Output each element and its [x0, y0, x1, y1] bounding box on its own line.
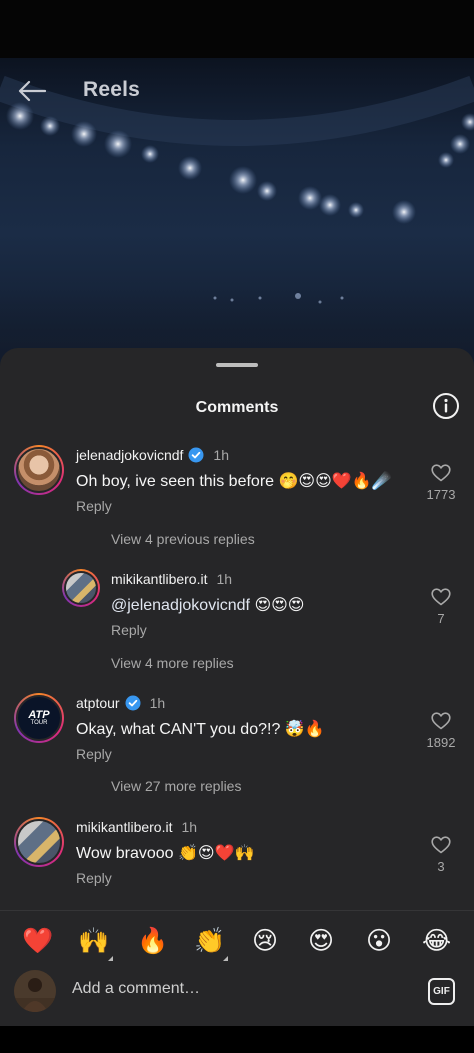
info-circle-icon [433, 393, 459, 419]
sheet-title: Comments [195, 399, 279, 416]
laughing-face-emoji-button[interactable]: 😂 [422, 926, 451, 956]
back-button[interactable] [14, 76, 50, 106]
avatar[interactable] [14, 817, 64, 867]
avatar[interactable] [62, 569, 100, 607]
info-button[interactable] [432, 392, 460, 420]
clapping-hands-emoji-button[interactable]: 👏 [194, 926, 225, 956]
skin-tone-indicator [223, 956, 228, 961]
heart-icon [431, 464, 451, 482]
comment-text: @jelenadjokovicndf 😍😍😍 [111, 597, 305, 614]
comment-username[interactable]: jelenadjokovicndf [76, 447, 183, 463]
raised-hands-emoji-button[interactable]: 🙌 [78, 926, 109, 956]
comment-time: 1h [216, 571, 233, 587]
gif-button[interactable]: GIF [428, 978, 455, 1005]
reply-button[interactable]: Reply [76, 870, 112, 886]
like-button[interactable]: 7 [411, 588, 471, 626]
verified-badge-icon [125, 695, 141, 711]
comment-username[interactable]: atptour [76, 695, 120, 711]
like-count: 1892 [426, 735, 456, 750]
comment-input-row: Add a comment… GIF [0, 966, 474, 1026]
like-button[interactable]: 1892 [411, 712, 471, 750]
system-nav-bar [0, 1026, 474, 1053]
add-comment-input[interactable]: Add a comment… [72, 980, 200, 998]
top-bar: Reels [0, 70, 474, 114]
heart-icon [431, 588, 451, 606]
drag-handle[interactable] [216, 363, 258, 367]
comment-username[interactable]: mikikantlibero.it [111, 571, 207, 587]
emoji-quick-bar: ❤️ 🙌 🔥 👏 😢 😍 😮 😂 [0, 910, 474, 970]
like-button[interactable]: 1773 [411, 464, 471, 502]
like-button[interactable]: 3 [411, 836, 471, 874]
current-user-avatar [14, 970, 56, 1012]
heart-emoji-button[interactable]: ❤️ [22, 926, 53, 956]
comment-username[interactable]: mikikantlibero.it [76, 819, 172, 835]
reply-button[interactable]: Reply [76, 498, 112, 514]
comment-text: Wow bravooo 👏😍❤️🙌 [76, 845, 255, 862]
comment-time: 1h [181, 819, 198, 835]
skin-tone-indicator [108, 956, 113, 961]
comment-time: 1h [213, 447, 229, 463]
avatar[interactable]: ATP TOUR [14, 693, 64, 743]
view-replies-button[interactable]: View 27 more replies [111, 778, 241, 794]
avatar[interactable] [14, 445, 64, 495]
surprised-face-emoji-button[interactable]: 😮 [366, 926, 392, 956]
status-bar [0, 0, 474, 58]
mention-link[interactable]: @jelenadjokovicndf [111, 597, 250, 614]
reply-button[interactable]: Reply [111, 622, 147, 638]
like-count: 1773 [426, 487, 456, 502]
comment-text: Okay, what CAN'T you do?!? 🤯🔥 [76, 721, 325, 738]
heart-icon [431, 836, 451, 854]
like-count: 3 [437, 859, 445, 874]
heart-eyes-emoji-button[interactable]: 😍 [308, 926, 334, 956]
page-title: Reels [83, 78, 141, 101]
view-replies-button[interactable]: View 4 previous replies [111, 531, 255, 547]
like-count: 7 [437, 611, 445, 626]
comment-text: Oh boy, ive seen this before 🤭😍😍❤️🔥☄️ [76, 473, 392, 490]
reply-button[interactable]: Reply [76, 746, 112, 762]
comment-time: 1h [149, 695, 166, 711]
heart-icon [431, 712, 451, 730]
arrow-left-icon [18, 80, 46, 102]
fire-emoji-button[interactable]: 🔥 [137, 926, 168, 956]
crying-face-emoji-button[interactable]: 😢 [252, 926, 278, 956]
view-replies-button[interactable]: View 4 more replies [111, 655, 234, 671]
verified-badge-icon [188, 447, 204, 463]
atp-logo: ATP [28, 708, 50, 721]
